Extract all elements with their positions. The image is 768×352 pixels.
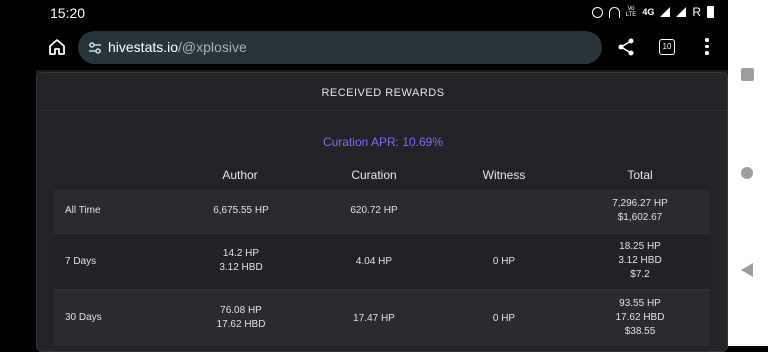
- author-cell: 14.2 HP 3.12 HBD: [193, 247, 289, 275]
- total-value: 93.55 HP: [619, 298, 661, 309]
- card-title: RECEIVED REWARDS: [321, 87, 445, 99]
- total-value: 3.12 HBD: [618, 255, 662, 266]
- table-row: All Time 6,675.55 HP 620.72 HP 7,296.27 …: [54, 190, 710, 234]
- curation-value: 17.47 HP: [353, 313, 395, 324]
- more-options-icon[interactable]: [704, 38, 710, 56]
- curation-cell: 620.72 HP: [329, 204, 419, 218]
- total-cell: 7,296.27 HP $1,602.67: [595, 197, 685, 225]
- volte-line2: LTE: [625, 12, 637, 18]
- author-value: 17.62 HBD: [216, 319, 266, 330]
- network-type: 4G: [642, 7, 655, 17]
- author-value: 3.12 HBD: [219, 262, 263, 273]
- url-text[interactable]: hivestats.io/@xplosive: [108, 39, 247, 55]
- column-header-author: Author: [222, 168, 258, 182]
- back-button[interactable]: [741, 263, 753, 277]
- total-value: $1,602.67: [617, 212, 663, 223]
- total-value: $7.2: [630, 269, 650, 280]
- column-header-witness: Witness: [482, 168, 526, 182]
- browser-toolbar: hivestats.io/@xplosive 10: [36, 26, 728, 70]
- witness-value: 0 HP: [492, 313, 516, 324]
- battery-icon: [707, 6, 714, 18]
- total-value: 17.62 HBD: [615, 312, 665, 323]
- author-cell: 76.08 HP 17.62 HBD: [193, 304, 289, 332]
- left-black-edge: [0, 0, 36, 346]
- witness-value: 0 HP: [492, 256, 516, 267]
- url-host: hivestats.io: [108, 39, 179, 55]
- curation-cell: 17.47 HP: [329, 312, 419, 326]
- author-value: 6,675.55 HP: [213, 205, 269, 216]
- total-cell: 93.55 HP 17.62 HBD $38.55: [595, 297, 685, 339]
- curation-value: 4.04 HP: [355, 256, 393, 267]
- table-row: 30 Days 76.08 HP 17.62 HBD 17.47 HP 0 HP…: [54, 290, 710, 346]
- status-icons: Vo LTE 4G R: [591, 5, 714, 19]
- row-label: All Time: [65, 205, 101, 216]
- curation-value: 620.72 HP: [350, 205, 398, 216]
- author-value: 14.2 HP: [222, 248, 260, 259]
- site-settings-icon[interactable]: [88, 41, 102, 55]
- url-path: /@xplosive: [178, 39, 247, 55]
- row-label: 7 Days: [65, 256, 97, 267]
- row-label: 30 Days: [65, 312, 102, 323]
- column-header-total: Total: [627, 168, 653, 182]
- status-time: 15:20: [50, 5, 86, 21]
- curation-cell: 4.04 HP: [329, 255, 419, 269]
- witness-cell: 0 HP: [459, 312, 549, 326]
- column-header-curation: Curation: [351, 168, 397, 182]
- curation-apr: Curation APR: 10.69%: [322, 135, 444, 149]
- volte-icon: Vo LTE: [626, 6, 637, 18]
- card-divider: [37, 110, 729, 111]
- table-row: 7 Days 14.2 HP 3.12 HBD 4.04 HP 0 HP 18.…: [54, 234, 710, 290]
- status-bar: 15:20 Vo LTE 4G R: [36, 0, 728, 26]
- alarm-icon: [591, 6, 603, 18]
- home-icon[interactable]: [48, 38, 66, 56]
- share-icon[interactable]: [616, 37, 636, 57]
- signal-icon: [660, 7, 671, 17]
- signal-icon-2: [676, 7, 687, 17]
- roaming-indicator: R: [692, 5, 701, 19]
- url-bar[interactable]: hivestats.io/@xplosive: [78, 31, 602, 64]
- home-nav-button[interactable]: [741, 167, 753, 179]
- received-rewards-card: RECEIVED REWARDS Curation APR: 10.69% Au…: [36, 72, 729, 352]
- recents-button[interactable]: [741, 68, 754, 81]
- author-value: 76.08 HP: [220, 305, 262, 316]
- total-cell: 18.25 HP 3.12 HBD $7.2: [595, 240, 685, 282]
- total-value: 18.25 HP: [619, 241, 661, 252]
- total-value: $38.55: [624, 326, 656, 337]
- witness-cell: 0 HP: [459, 255, 549, 269]
- author-cell: 6,675.55 HP: [193, 204, 289, 218]
- tab-switcher-button[interactable]: 10: [659, 39, 675, 55]
- total-value: 7,296.27 HP: [612, 198, 668, 209]
- headset-icon: [608, 6, 620, 18]
